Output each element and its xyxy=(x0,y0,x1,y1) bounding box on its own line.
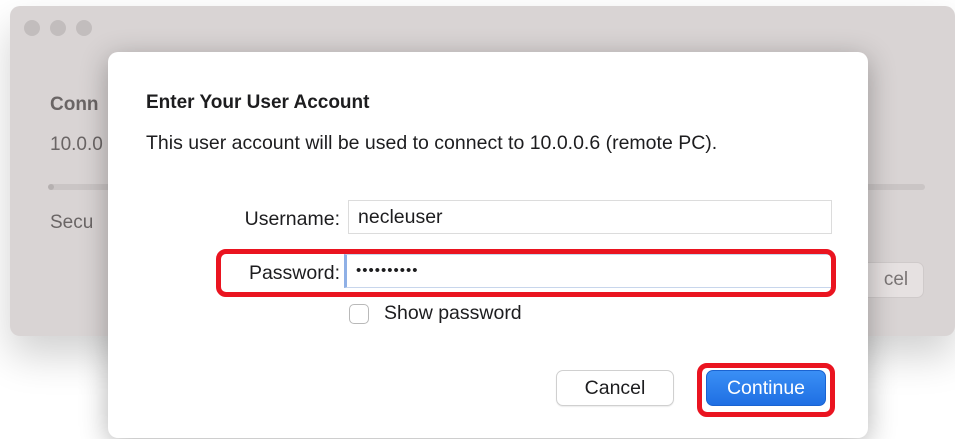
window-minimize-dot[interactable] xyxy=(50,20,66,36)
show-password-label[interactable]: Show password xyxy=(384,302,522,325)
connection-address: 10.0.0 xyxy=(50,134,103,155)
username-label: Username: xyxy=(244,208,340,230)
user-account-dialog: Enter Your User Account This user accoun… xyxy=(108,52,868,438)
password-label: Password: xyxy=(248,262,340,284)
continue-button[interactable]: Continue xyxy=(706,370,826,406)
security-status-label: Secu xyxy=(50,212,94,233)
username-field[interactable] xyxy=(348,200,832,234)
show-password-checkbox[interactable] xyxy=(349,304,369,324)
dialog-description: This user account will be used to connec… xyxy=(146,132,718,154)
connection-title: Conn xyxy=(50,94,99,115)
cancel-button[interactable]: Cancel xyxy=(556,370,674,406)
password-field[interactable]: •••••••••• xyxy=(344,254,832,288)
password-masked-value: •••••••••• xyxy=(356,262,419,279)
window-close-dot[interactable] xyxy=(24,20,40,36)
window-zoom-dot[interactable] xyxy=(76,20,92,36)
dialog-title: Enter Your User Account xyxy=(146,92,370,113)
progress-indicator xyxy=(48,184,54,190)
